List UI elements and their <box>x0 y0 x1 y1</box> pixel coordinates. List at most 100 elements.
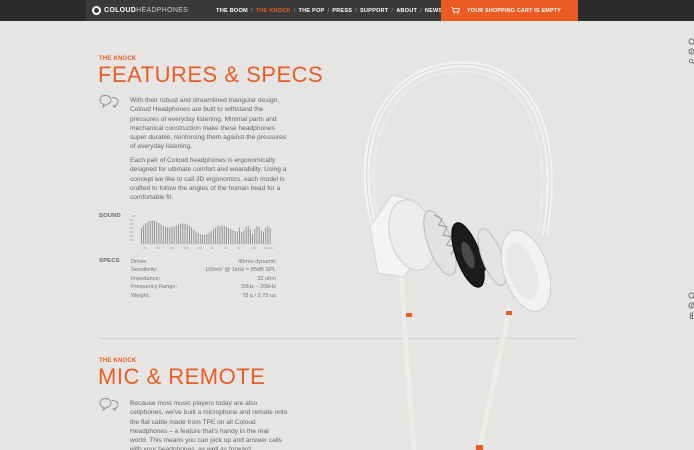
features-paragraph-1: With their robust and streamlined triang… <box>130 97 287 151</box>
nav-item-about[interactable]: ABOUT <box>396 8 417 14</box>
frequency-bar <box>250 229 251 244</box>
frequency-bar <box>151 220 153 244</box>
frequency-bar <box>256 226 258 244</box>
search-icon[interactable] <box>687 58 694 65</box>
spec-value: 20Hz – 20kHz <box>240 284 276 291</box>
frequency-response-graph: dB -10 -20 -30 -40 -50 -60 20 50 100 200 500… <box>129 214 274 250</box>
facebook-icon[interactable] <box>687 302 694 309</box>
nav-separator: / <box>250 7 253 14</box>
nav-item-the-pop[interactable]: THE POP <box>299 8 325 14</box>
brand-logo[interactable]: COLOUD HEADPHONES <box>92 6 188 15</box>
db-tick: -60 <box>129 238 133 242</box>
frequency-bar <box>267 226 269 244</box>
share-icon[interactable] <box>687 38 694 45</box>
frequency-bar <box>228 227 230 244</box>
frequency-bar <box>180 223 182 244</box>
section-title: MIC & REMOTE <box>98 364 266 389</box>
frequency-tick: 1k <box>211 246 215 250</box>
specs-table: Driver: 40mm dynamic Sensitivity: 100mV @ … <box>131 258 276 300</box>
frequency-bar <box>254 228 256 244</box>
frequency-bar <box>204 234 206 244</box>
headphones-illustration <box>363 61 553 450</box>
spec-row: Sensitivity: 100mV @ 1kHz = 85dB SPL <box>131 266 276 274</box>
nav-separator: / <box>391 7 394 14</box>
specs-label: SPECS <box>99 258 120 264</box>
frequency-tick: 20k Hz <box>265 246 275 250</box>
nav-item-the-boom[interactable]: THE BOOM <box>216 8 248 14</box>
frequency-bar <box>221 225 223 244</box>
frequency-bar <box>186 224 188 244</box>
spec-value: 78 g / 2.75 oz <box>242 292 276 299</box>
frequency-bar <box>164 226 166 244</box>
shopping-cart-button[interactable]: YOUR SHOPPING CART IS EMPTY <box>441 0 578 21</box>
frequency-bar <box>167 227 169 244</box>
spec-key: Driver: <box>131 259 148 265</box>
brand-name-light: HEADPHONES <box>136 7 189 14</box>
speech-bubble-icon <box>99 95 119 108</box>
nav-item-support[interactable]: SUPPORT <box>360 8 388 14</box>
frequency-bar <box>169 227 171 244</box>
frequency-bar <box>149 220 151 244</box>
share-icon[interactable] <box>687 292 694 299</box>
spec-row: Weight: 78 g / 2.75 oz <box>131 292 276 300</box>
spec-key: Impedance: <box>131 275 161 282</box>
spec-value: 40mm dynamic <box>238 259 276 265</box>
frequency-bar <box>184 223 186 244</box>
cart-icon <box>451 7 460 14</box>
nav-separator: / <box>420 7 422 14</box>
frequency-bar <box>223 225 225 244</box>
frequency-bar <box>230 229 232 244</box>
frequency-bar <box>232 230 234 244</box>
frequency-bar <box>162 225 164 244</box>
frequency-bar <box>265 227 267 244</box>
frequency-bar <box>234 231 236 244</box>
nav-item-news[interactable]: NEWS <box>425 8 443 14</box>
frequency-bar <box>160 224 162 244</box>
frequency-bar <box>260 230 262 244</box>
frequency-bar <box>193 229 195 244</box>
frequency-bar <box>191 227 193 244</box>
frequency-bar <box>210 231 212 244</box>
spec-key: Sensitivity: <box>131 267 158 274</box>
frequency-bar <box>197 233 199 244</box>
brand-name-bold: COLOUD <box>104 7 137 14</box>
features-paragraph-2: Each pair of Coloud headphones is ergono… <box>130 157 287 202</box>
frequency-tick: 20 <box>143 246 147 250</box>
frequency-bar <box>243 230 245 244</box>
nav-separator: / <box>327 7 330 14</box>
nav-item-press[interactable]: PRESS <box>332 8 352 14</box>
frequency-tick: 10k <box>251 246 256 250</box>
frequency-bar <box>158 223 160 244</box>
frequency-bar <box>206 233 208 244</box>
frequency-bar <box>226 226 227 244</box>
spec-row: Driver: 40mm dynamic <box>131 258 276 266</box>
frequency-bar <box>145 223 147 244</box>
sound-label: SOUND <box>99 213 121 219</box>
nav-item-the-knock[interactable]: THE KNOCK <box>256 8 291 14</box>
frequency-tick: 500 <box>197 246 202 250</box>
frequency-bar <box>252 233 254 244</box>
frequency-bar <box>258 226 260 244</box>
spec-value: 32 ohm <box>257 275 276 282</box>
frequency-bars <box>141 220 271 244</box>
frequency-bar <box>247 226 249 244</box>
frequency-tick: 100 <box>170 246 175 250</box>
facebook-icon[interactable] <box>687 48 694 55</box>
mic-paragraph: Because most music players today are als… <box>130 400 288 450</box>
pinterest-icon[interactable] <box>687 312 694 319</box>
frequency-tick: 5k <box>238 246 242 250</box>
frequency-tick: 50 <box>157 246 161 250</box>
frequency-ticks: 20 50 100 200 500 1k 2k 5k 10k 20k Hz <box>143 246 274 250</box>
spec-key: Weight: <box>131 292 150 299</box>
frequency-bar <box>241 232 243 244</box>
speech-bubble-icon <box>99 398 119 411</box>
frequency-bar <box>263 231 264 244</box>
frequency-bar <box>269 228 271 244</box>
cart-label: YOUR SHOPPING CART IS EMPTY <box>467 7 562 14</box>
frequency-bar <box>171 227 173 244</box>
section-title: FEATURES & SPECS <box>98 62 324 87</box>
frequency-bar <box>188 225 190 244</box>
frequency-bar <box>141 228 142 244</box>
spec-value: 100mV @ 1kHz = 85dB SPL <box>205 267 276 274</box>
frequency-bar <box>217 226 219 244</box>
